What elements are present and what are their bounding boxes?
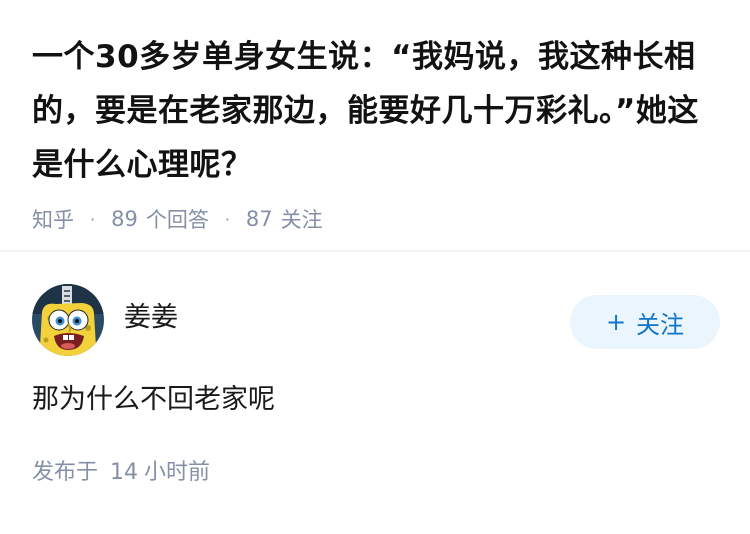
answer-content[interactable]: 那为什么不回老家呢 xyxy=(32,378,718,422)
publish-unit: 小时前 xyxy=(144,460,211,485)
answer-count: 89 xyxy=(111,207,138,231)
question-meta: 知乎 · 89 个回答 · 87 关注 xyxy=(32,204,722,234)
follower-count-label[interactable]: 关注 xyxy=(281,204,323,234)
source-label[interactable]: 知乎 xyxy=(32,204,74,234)
author-name[interactable]: 姜姜 xyxy=(124,295,178,334)
question-header: 一个30多岁单身女生说：“我妈说，我这种长相的，要是在老家那边，能要好几十万彩礼… xyxy=(32,30,722,234)
answer-card: 姜姜 + 关注 那为什么不回老家呢 发布于 14 小时前 xyxy=(32,284,720,486)
publish-value: 14 xyxy=(110,460,139,485)
answer-count-label[interactable]: 个回答 xyxy=(146,204,209,234)
follow-button[interactable]: + 关注 xyxy=(570,295,720,349)
meta-separator: · xyxy=(224,209,230,229)
author-row: 姜姜 + 关注 xyxy=(32,284,720,356)
follower-count: 87 xyxy=(245,207,273,231)
meta-separator: · xyxy=(90,209,96,229)
publish-time: 发布于 14 小时前 xyxy=(32,454,718,486)
publish-label: 发布于 xyxy=(32,460,99,485)
section-divider xyxy=(0,250,750,252)
spongebob-avatar-icon[interactable] xyxy=(32,284,104,356)
follow-button-label: 关注 xyxy=(636,310,685,339)
plus-icon: + xyxy=(605,308,627,336)
question-title[interactable]: 一个30多岁单身女生说：“我妈说，我这种长相的，要是在老家那边，能要好几十万彩礼… xyxy=(32,30,722,192)
